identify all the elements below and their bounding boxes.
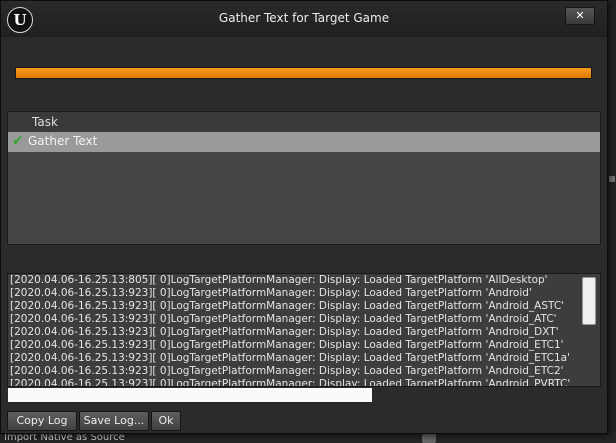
task-column-header: Task — [32, 115, 58, 129]
progress-bar-fill — [16, 68, 591, 78]
log-scrollbar[interactable] — [582, 276, 596, 384]
gather-text-dialog: U Gather Text for Target Game ✕ Task ✔ G… — [0, 0, 608, 434]
progress-bar — [15, 67, 592, 79]
log-scrollbar-thumb[interactable] — [582, 277, 596, 325]
window-title: Gather Text for Target Game — [218, 11, 390, 25]
log-line: [2020.04.06-16.25.13:805][ 0]LogTargetPl… — [10, 274, 548, 286]
copy-log-button[interactable]: Copy Log — [7, 411, 77, 431]
save-log-button[interactable]: Save Log... — [79, 411, 149, 431]
log-line: [2020.04.06-16.25.13:923][ 0]LogTargetPl… — [10, 300, 565, 312]
log-filter-input[interactable] — [7, 387, 373, 403]
log-line: [2020.04.06-16.25.13:923][ 0]LogTargetPl… — [10, 378, 571, 386]
background-panel-edge — [608, 0, 616, 443]
log-line: [2020.04.06-16.25.13:923][ 0]LogTargetPl… — [10, 326, 559, 338]
close-button[interactable]: ✕ — [565, 7, 595, 25]
background-panel-marker — [609, 176, 615, 182]
checkmark-icon: ✔ — [12, 133, 24, 149]
ok-button[interactable]: Ok — [151, 411, 181, 431]
title-bar[interactable]: U Gather Text for Target Game ✕ — [1, 1, 607, 37]
log-lines: [2020.04.06-16.25.13:805][ 0]LogTargetPl… — [8, 274, 578, 386]
task-row[interactable]: ✔ Gather Text — [8, 132, 600, 152]
log-line: [2020.04.06-16.25.13:923][ 0]LogTargetPl… — [10, 352, 570, 364]
log-line: [2020.04.06-16.25.13:923][ 0]LogTargetPl… — [10, 339, 564, 351]
log-line: [2020.04.06-16.25.13:923][ 0]LogTargetPl… — [10, 313, 557, 325]
background-scroll-knob — [422, 434, 436, 443]
output-log[interactable]: [2020.04.06-16.25.13:805][ 0]LogTargetPl… — [7, 273, 601, 387]
task-label: Gather Text — [28, 134, 98, 148]
task-list-header[interactable]: Task — [8, 112, 600, 133]
log-line: [2020.04.06-16.25.13:923][ 0]LogTargetPl… — [10, 287, 532, 299]
task-list: Task ✔ Gather Text — [7, 111, 601, 245]
log-line: [2020.04.06-16.25.13:923][ 0]LogTargetPl… — [10, 365, 564, 377]
